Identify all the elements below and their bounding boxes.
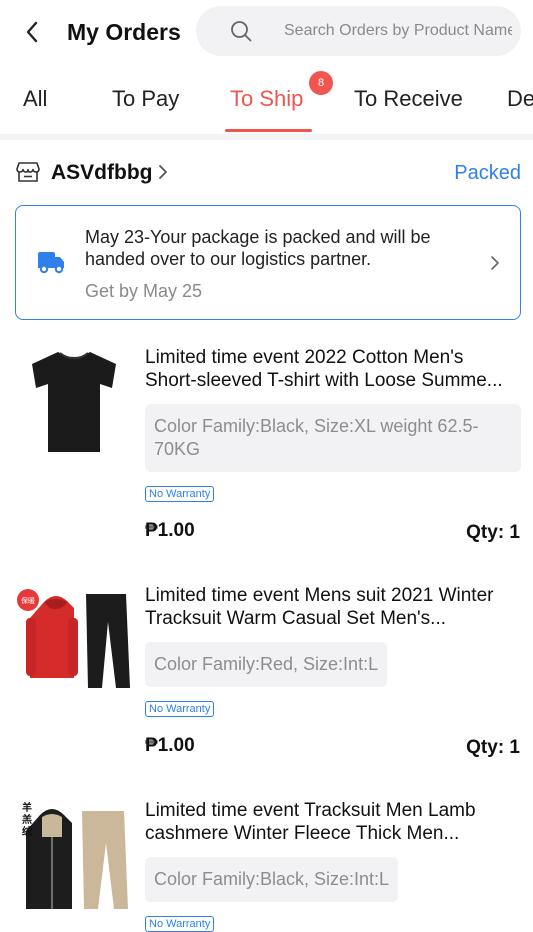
order-item[interactable]: 羊 羔 绒 Limited time event Tracksuit Men L… [0, 793, 533, 932]
chevron-right-icon [159, 165, 167, 179]
order-tabs: All To Pay To Ship To Receive De [0, 66, 533, 134]
product-title[interactable]: Limited time event 2022 Cotton Men's Sho… [145, 346, 523, 392]
chevron-left-icon [26, 21, 38, 43]
order-status-label: Packed [454, 162, 521, 184]
delivery-message: May 23-Your package is packed and will b… [85, 227, 431, 269]
product-quantity: Qty: 1 [466, 737, 520, 758]
delivery-status-card[interactable]: May 23-Your package is packed and will b… [15, 205, 521, 320]
tab-to-pay[interactable]: To Pay [112, 85, 179, 113]
product-image-black-fleece-tracksuit: 羊 羔 绒 [16, 797, 132, 913]
product-variant: Color Family:Black, Size:XL weight 62.5-… [145, 404, 521, 472]
shop-row[interactable]: ASVdfbbg Packed [0, 150, 533, 194]
section-divider [0, 134, 533, 140]
tab-to-ship[interactable]: To Ship [230, 85, 303, 113]
product-variant: Color Family:Red, Size:Int:L [145, 642, 388, 687]
tab-delivered[interactable]: De [507, 85, 533, 113]
svg-text:羔: 羔 [22, 813, 32, 826]
delivery-eta: Get by May 25 [85, 281, 203, 301]
active-tab-indicator [225, 129, 312, 132]
product-variant: Color Family:Black, Size:Int:L [145, 857, 399, 902]
store-icon [16, 162, 40, 182]
chevron-right-icon [491, 256, 499, 270]
page-title: My Orders [67, 19, 181, 45]
search-placeholder: Search Orders by Product Name [284, 22, 512, 39]
product-image-red-tracksuit: 保暖 [16, 578, 132, 694]
svg-text:保暖: 保暖 [21, 596, 35, 605]
tab-to-receive[interactable]: To Receive [354, 85, 463, 113]
warranty-badge: No Warranty [145, 916, 215, 932]
header: My Orders Search Orders by Product Name [0, 0, 533, 64]
back-button[interactable] [18, 18, 46, 46]
svg-text:绒: 绒 [22, 825, 32, 838]
product-quantity: Qty: 1 [466, 522, 520, 543]
order-item[interactable]: 保暖 Limited time event Mens suit 2021 Win… [0, 578, 533, 788]
warranty-badge: No Warranty [145, 486, 215, 502]
svg-text:羊: 羊 [22, 801, 32, 814]
truck-icon [38, 252, 64, 274]
product-title[interactable]: Limited time event Mens suit 2021 Winter… [145, 584, 523, 630]
search-icon [231, 21, 252, 42]
product-price: ₱1.00 [145, 520, 195, 541]
product-price: ₱1.00 [145, 735, 195, 756]
tab-all[interactable]: All [23, 85, 47, 113]
warranty-badge: No Warranty [145, 701, 215, 717]
shop-name[interactable]: ASVdfbbg [51, 160, 152, 186]
search-input[interactable]: Search Orders by Product Name [196, 6, 521, 56]
product-image-black-tshirt [16, 340, 132, 456]
to-ship-count-badge: 8 [309, 71, 333, 95]
product-title[interactable]: Limited time event Tracksuit Men Lamb ca… [145, 799, 523, 845]
order-item[interactable]: Limited time event 2022 Cotton Men's Sho… [0, 340, 533, 550]
